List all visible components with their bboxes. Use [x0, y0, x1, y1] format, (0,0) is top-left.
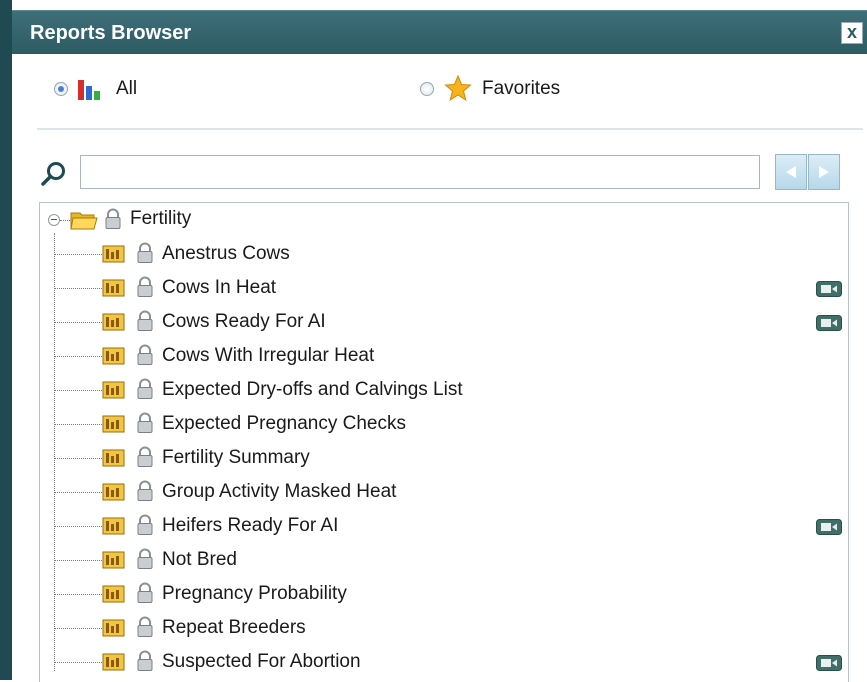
- lock-icon: [137, 344, 153, 365]
- tree-node-label: Fertility: [130, 208, 192, 229]
- lock-icon: [137, 548, 153, 569]
- report-icon: [102, 415, 125, 433]
- tree-item-label: Cows With Irregular Heat: [162, 345, 375, 366]
- tree-item-label: Expected Pregnancy Checks: [162, 413, 406, 434]
- tree-connector: [54, 390, 102, 391]
- dialog-content: All Favorites Fertility Anestrus Cows Co…: [12, 54, 867, 682]
- window-title: Reports Browser: [30, 22, 192, 44]
- video-badge-icon[interactable]: [816, 519, 842, 535]
- tree-item[interactable]: Heifers Ready For AI: [40, 509, 848, 543]
- search-input[interactable]: [80, 155, 760, 189]
- tree-item[interactable]: Cows With Irregular Heat: [40, 339, 848, 373]
- tree-item-label: Group Activity Masked Heat: [162, 481, 397, 502]
- tree-connector: [54, 560, 102, 561]
- report-icon: [102, 381, 125, 399]
- video-badge-icon[interactable]: [816, 655, 842, 671]
- report-icon: [102, 551, 125, 569]
- tree-item[interactable]: Group Activity Masked Heat: [40, 475, 848, 509]
- tree-item[interactable]: Expected Dry-offs and Calvings List: [40, 373, 848, 407]
- tree-item-label: Repeat Breeders: [162, 617, 306, 638]
- tree-item[interactable]: Repeat Breeders: [40, 611, 848, 645]
- tree-item-label: Anestrus Cows: [162, 243, 290, 264]
- lock-icon: [137, 378, 153, 399]
- report-icon: [102, 347, 125, 365]
- tree-item-label: Suspected For Abortion: [162, 651, 361, 672]
- tree-connector: [54, 492, 102, 493]
- tree-node-fertility[interactable]: Fertility: [40, 203, 848, 237]
- tree-item-label: Not Bred: [162, 549, 237, 570]
- report-icon: [102, 313, 125, 331]
- report-icon: [102, 619, 125, 637]
- tree-connector: [54, 254, 102, 255]
- tree-item[interactable]: Fertility Summary: [40, 441, 848, 475]
- bar-chart-icon: [78, 76, 104, 100]
- report-icon: [102, 517, 125, 535]
- report-icon: [102, 483, 125, 501]
- star-icon: [444, 74, 472, 102]
- divider: [37, 128, 863, 130]
- tree-connector: [54, 424, 102, 425]
- window-top-gap: [12, 0, 867, 10]
- tree-connector: [54, 628, 102, 629]
- tree-item-label: Cows In Heat: [162, 277, 277, 298]
- tree-connector: [54, 526, 102, 527]
- tree-item[interactable]: Expected Pregnancy Checks: [40, 407, 848, 441]
- radio-favorites-label[interactable]: Favorites: [482, 78, 560, 100]
- window-edge: [0, 0, 12, 680]
- arrow-right-icon: [819, 166, 829, 178]
- lock-icon: [137, 616, 153, 637]
- report-icon: [102, 279, 125, 297]
- lock-icon: [137, 480, 153, 501]
- tree-connector: [54, 356, 102, 357]
- tree-item-label: Expected Dry-offs and Calvings List: [162, 379, 463, 400]
- radio-all[interactable]: [54, 82, 68, 96]
- lock-icon: [137, 582, 153, 603]
- report-icon: [102, 585, 125, 603]
- tree-connector: [54, 662, 102, 663]
- radio-favorites[interactable]: [420, 82, 434, 96]
- tree-connector: [54, 594, 102, 595]
- tree-connector: [60, 220, 70, 221]
- lock-icon: [137, 412, 153, 433]
- tree-connector: [54, 322, 102, 323]
- title-bar: Reports Browser x: [12, 10, 867, 55]
- lock-icon: [137, 310, 153, 331]
- tree-item[interactable]: Cows Ready For AI: [40, 305, 848, 339]
- tree-connector: [54, 458, 102, 459]
- tree-item[interactable]: Anestrus Cows: [40, 237, 848, 271]
- previous-button[interactable]: [775, 154, 807, 190]
- report-icon: [102, 449, 125, 467]
- tree-item-label: Heifers Ready For AI: [162, 515, 339, 536]
- tree-item[interactable]: Pregnancy Probability: [40, 577, 848, 611]
- lock-icon: [137, 242, 153, 263]
- tree-item[interactable]: Suspected For Abortion: [40, 645, 848, 679]
- lock-icon: [105, 208, 121, 229]
- lock-icon: [137, 650, 153, 671]
- arrow-left-icon: [786, 166, 796, 178]
- tree-item[interactable]: Cows In Heat: [40, 271, 848, 305]
- filter-radio-group: All Favorites: [12, 54, 867, 128]
- collapse-toggle-icon[interactable]: [48, 214, 60, 226]
- report-tree: Fertility Anestrus Cows Cows In Heat Cows …: [39, 202, 849, 682]
- tree-item-label: Cows Ready For AI: [162, 311, 326, 332]
- close-button[interactable]: x: [841, 22, 863, 44]
- tree-item-label: Pregnancy Probability: [162, 583, 347, 604]
- next-button[interactable]: [808, 154, 840, 190]
- report-icon: [102, 653, 125, 671]
- lock-icon: [137, 446, 153, 467]
- reports-browser-window: Reports Browser x All Favorites Fertilit…: [0, 0, 867, 682]
- folder-open-icon: [70, 212, 98, 230]
- tree-item-label: Fertility Summary: [162, 447, 310, 468]
- video-badge-icon[interactable]: [816, 315, 842, 331]
- search-icon: [41, 162, 65, 186]
- tree-connector: [54, 288, 102, 289]
- video-badge-icon[interactable]: [816, 281, 842, 297]
- lock-icon: [137, 514, 153, 535]
- tree-item[interactable]: Not Bred: [40, 543, 848, 577]
- lock-icon: [137, 276, 153, 297]
- report-icon: [102, 245, 125, 263]
- radio-all-label[interactable]: All: [116, 78, 137, 100]
